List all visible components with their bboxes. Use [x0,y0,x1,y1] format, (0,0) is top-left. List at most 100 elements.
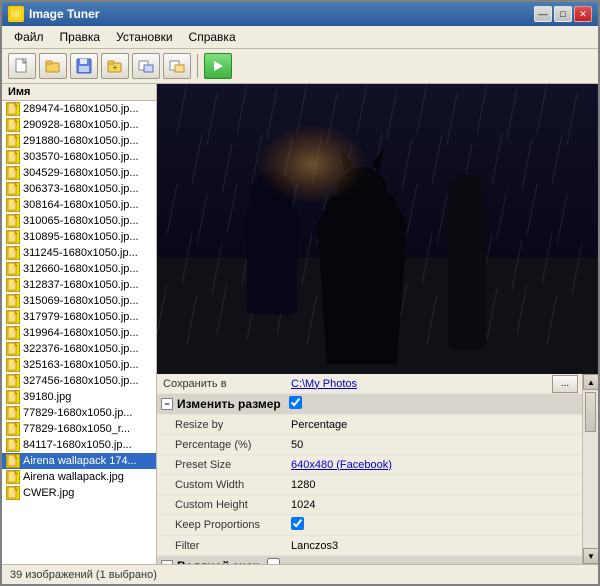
open-button[interactable] [39,53,67,79]
file-list[interactable]: 289474-1680x1050.jp... 290928-1680x1050.j… [2,101,156,564]
panel-with-scroll: Сохранить в C:\My Photos ... − Изменить … [157,374,598,564]
file-item[interactable]: 303570-1680x1050.jp... [2,149,156,165]
menu-file[interactable]: Файл [6,28,52,46]
file-icon [6,326,20,340]
file-item[interactable]: 322376-1680x1050.jp... [2,341,156,357]
file-item[interactable]: 306373-1680x1050.jp... [2,181,156,197]
file-icon [6,454,20,468]
file-name: 290928-1680x1050.jp... [23,119,139,131]
file-item[interactable]: 77829-1680x1050.jp... [2,405,156,421]
file-icon [6,342,20,356]
add-folder-button[interactable]: + [101,53,129,79]
toolbar: + [2,49,598,84]
file-item[interactable]: 311245-1680x1050.jp... [2,245,156,261]
file-item[interactable]: 290928-1680x1050.jp... [2,117,156,133]
file-icon [6,166,20,180]
file-item[interactable]: Airena wallapack 174... [2,453,156,469]
menu-edit[interactable]: Правка [52,28,109,46]
save-in-label: Сохранить в [157,376,287,392]
scroll-up-button[interactable]: ▲ [583,374,598,390]
main-content: Имя 289474-1680x1050.jp...290928-1680x10… [2,84,598,564]
file-icon [6,374,20,388]
file-item[interactable]: 304529-1680x1050.jp... [2,165,156,181]
file-item[interactable]: 325163-1680x1050.jp... [2,357,156,373]
file-item[interactable]: CWER.jpg [2,485,156,501]
custom-width-row: Custom Width 1280 [157,475,582,495]
file-icon [6,486,20,500]
file-item[interactable]: Airena wallapack.jpg [2,469,156,485]
file-name: 327456-1680x1050.jp... [23,375,139,387]
properties-scrollbar[interactable]: ▲ ▼ [582,374,598,564]
file-item[interactable]: 39180.jpg [2,389,156,405]
resize-section-label: Изменить размер [177,397,281,411]
toolbar-separator [197,54,198,78]
keep-proportions-checkbox[interactable] [291,517,304,530]
resize-by-value[interactable]: Percentage [287,417,582,433]
run-button[interactable] [204,53,232,79]
file-item[interactable]: 310065-1680x1050.jp... [2,213,156,229]
scroll-track[interactable] [583,390,598,548]
file-item[interactable]: 312660-1680x1050.jp... [2,261,156,277]
file-icon [6,118,20,132]
resize-button[interactable] [132,53,160,79]
custom-height-label: Custom Height [157,497,287,513]
minimize-button[interactable]: — [534,6,552,22]
resize-checkbox[interactable] [289,396,302,409]
scroll-thumb[interactable] [585,392,596,432]
maximize-button[interactable]: □ [554,6,572,22]
filter-value[interactable]: Lanczos3 [287,538,582,554]
file-name: CWER.jpg [23,487,74,499]
file-item[interactable]: 308164-1680x1050.jp... [2,197,156,213]
keep-proportions-row: Keep Proportions [157,515,582,536]
file-name: 39180.jpg [23,391,71,403]
title-buttons: — □ ✕ [534,6,592,22]
menu-bar: Файл Правка Установки Справка [2,26,598,49]
watermark-section-header: − Водяной знак [157,556,582,564]
file-icon [6,102,20,116]
main-window: 🖼 Image Tuner — □ ✕ Файл Правка Установк… [0,0,600,586]
file-name: 325163-1680x1050.jp... [23,359,139,371]
scroll-down-button[interactable]: ▼ [583,548,598,564]
file-item[interactable]: 84117-1680x1050.jp... [2,437,156,453]
resize-section-header: − Изменить размер [157,394,582,415]
resize-toggle[interactable]: − [161,398,173,410]
menu-settings[interactable]: Установки [108,28,180,46]
percentage-value[interactable]: 50 [287,437,582,453]
properties-panel: Сохранить в C:\My Photos ... − Изменить … [157,374,582,564]
right-panel: Сохранить в C:\My Photos ... − Изменить … [157,84,598,564]
file-name: 77829-1680x1050_r... [23,423,130,435]
file-item[interactable]: 289474-1680x1050.jp... [2,101,156,117]
app-icon: 🖼 [8,6,24,22]
file-name: 319964-1680x1050.jp... [23,327,139,339]
new-button[interactable] [8,53,36,79]
menu-help[interactable]: Справка [181,28,244,46]
file-name: 317979-1680x1050.jp... [23,311,139,323]
custom-width-value[interactable]: 1280 [287,477,582,493]
preset-value[interactable]: 640x480 (Facebook) [287,457,582,473]
file-item[interactable]: 317979-1680x1050.jp... [2,309,156,325]
custom-height-value[interactable]: 1024 [287,497,582,513]
file-icon [6,470,20,484]
file-name: 291880-1680x1050.jp... [23,135,139,147]
settings-button[interactable] [163,53,191,79]
file-item[interactable]: 319964-1680x1050.jp... [2,325,156,341]
browse-button[interactable]: ... [552,375,578,393]
preview-area [157,84,598,374]
rain-svg [157,84,598,374]
save-button[interactable] [70,53,98,79]
close-button[interactable]: ✕ [574,6,592,22]
file-item[interactable]: 327456-1680x1050.jp... [2,373,156,389]
file-icon [6,358,20,372]
save-in-value[interactable]: C:\My Photos [287,376,552,392]
save-in-row: Сохранить в C:\My Photos ... [157,374,582,394]
file-item[interactable]: 310895-1680x1050.jp... [2,229,156,245]
file-item[interactable]: 315069-1680x1050.jp... [2,293,156,309]
file-item[interactable]: 77829-1680x1050_r... [2,421,156,437]
file-item[interactable]: 312837-1680x1050.jp... [2,277,156,293]
file-item[interactable]: 291880-1680x1050.jp... [2,133,156,149]
custom-width-label: Custom Width [157,477,287,493]
keep-proportions-label: Keep Proportions [157,517,287,533]
file-icon [6,310,20,324]
file-name: 304529-1680x1050.jp... [23,167,139,179]
file-icon [6,182,20,196]
